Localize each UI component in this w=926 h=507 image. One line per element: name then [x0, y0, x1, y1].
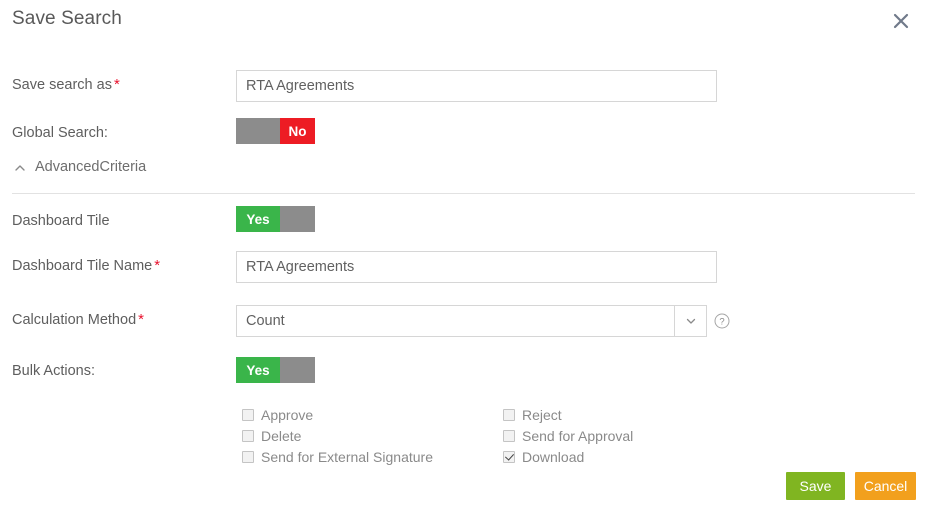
checkbox-delete[interactable]: Delete [242, 425, 433, 446]
advanced-criteria-label: AdvancedCriteria [35, 159, 146, 175]
section-divider [12, 193, 915, 194]
checkbox-send-for-approval[interactable]: Send for Approval [503, 425, 633, 446]
label-global-search: Global Search: [12, 124, 108, 142]
checkbox-send-for-external-signature[interactable]: Send for External Signature [242, 446, 433, 467]
close-button[interactable] [888, 8, 914, 34]
row-dashboard-tile: Dashboard Tile Yes [0, 206, 926, 238]
close-icon [892, 12, 910, 30]
chevron-down-icon[interactable] [674, 306, 706, 336]
checkbox-checked-icon[interactable] [503, 451, 515, 463]
dialog-header: Save Search [0, 0, 926, 46]
toggle-on-segment[interactable]: Yes [236, 206, 280, 232]
required-marker: * [154, 257, 160, 274]
checkbox-reject[interactable]: Reject [503, 404, 633, 425]
label-calculation-method: Calculation Method* [12, 311, 144, 329]
checkbox-approve[interactable]: Approve [242, 404, 433, 425]
toggle-on-segment[interactable]: No [280, 118, 315, 144]
svg-text:?: ? [719, 317, 724, 328]
required-marker: * [138, 311, 144, 328]
toggle-on-segment[interactable]: Yes [236, 357, 280, 383]
save-search-as-input[interactable] [236, 70, 717, 102]
checkbox-unchecked-icon[interactable] [242, 409, 254, 421]
checkbox-unchecked-icon[interactable] [242, 451, 254, 463]
dashboard-tile-name-input[interactable] [236, 251, 717, 283]
checkbox-column-1: Approve Delete Send for External Signature [242, 404, 433, 467]
global-search-toggle[interactable]: No [236, 118, 315, 144]
cancel-button[interactable]: Cancel [855, 472, 916, 500]
label-bulk-actions: Bulk Actions: [12, 362, 95, 380]
checkbox-column-2: Reject Send for Approval Download [503, 404, 633, 467]
checkbox-unchecked-icon[interactable] [242, 430, 254, 442]
row-calculation-method: Calculation Method* Count ? [0, 303, 926, 339]
dashboard-tile-toggle[interactable]: Yes [236, 206, 315, 232]
checkbox-label: Approve [261, 407, 313, 423]
footer-buttons: Save Cancel [0, 472, 926, 500]
chevron-up-icon [14, 161, 26, 173]
row-global-search: Global Search: No [0, 118, 926, 150]
calculation-method-value: Count [237, 306, 674, 336]
label-text: Save search as [12, 77, 112, 93]
checkbox-unchecked-icon[interactable] [503, 430, 515, 442]
label-text: Calculation Method [12, 312, 136, 328]
bulk-actions-toggle[interactable]: Yes [236, 357, 315, 383]
required-marker: * [114, 76, 120, 93]
label-save-search-as: Save search as* [12, 76, 120, 94]
toggle-off-segment[interactable] [236, 118, 280, 144]
help-circle-icon[interactable]: ? [714, 313, 730, 329]
checkbox-unchecked-icon[interactable] [503, 409, 515, 421]
advanced-criteria-toggle[interactable]: AdvancedCriteria [14, 159, 146, 175]
calculation-method-select[interactable]: Count [236, 305, 707, 337]
checkbox-label: Send for External Signature [261, 449, 433, 465]
checkbox-download[interactable]: Download [503, 446, 633, 467]
checkbox-label: Delete [261, 428, 301, 444]
label-text: Dashboard Tile Name [12, 258, 152, 274]
save-button[interactable]: Save [786, 472, 845, 500]
label-dashboard-tile-name: Dashboard Tile Name* [12, 257, 160, 275]
row-save-search-as: Save search as* [0, 68, 926, 104]
page-title: Save Search [12, 8, 122, 30]
checkbox-label: Send for Approval [522, 428, 633, 444]
checkbox-label: Download [522, 449, 584, 465]
label-dashboard-tile: Dashboard Tile [12, 212, 110, 230]
toggle-off-segment[interactable] [280, 206, 315, 232]
toggle-off-segment[interactable] [280, 357, 315, 383]
row-advanced-criteria: AdvancedCriteria [0, 156, 926, 192]
row-bulk-actions: Bulk Actions: Yes [0, 356, 926, 388]
checkbox-label: Reject [522, 407, 562, 423]
row-bulk-action-options: Approve Delete Send for External Signature… [0, 404, 926, 474]
row-dashboard-tile-name: Dashboard Tile Name* [0, 249, 926, 285]
